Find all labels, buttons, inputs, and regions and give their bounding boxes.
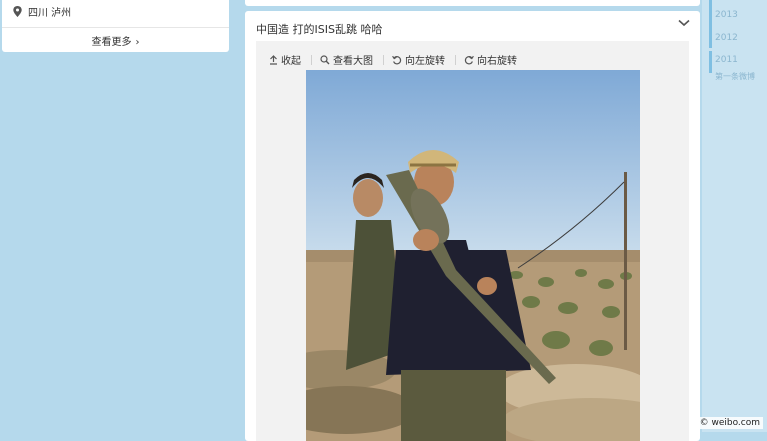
view-large-button[interactable]: 查看大图 bbox=[320, 52, 373, 67]
rotate-left-button[interactable]: 向左旋转 bbox=[392, 52, 445, 67]
location-text: 四川 泸州 bbox=[28, 8, 72, 19]
photo-illustration bbox=[306, 70, 640, 441]
magnifier-icon bbox=[320, 54, 330, 64]
post-card: 中国造 打的ISIS乱跳 哈哈 收起 查看大图 向左旋转 向右旋转 bbox=[245, 11, 700, 441]
location-row[interactable]: 四川 泸州 bbox=[13, 4, 71, 19]
rotate-right-icon bbox=[464, 55, 474, 64]
timeline-marker bbox=[709, 0, 712, 26]
location-pin-icon bbox=[13, 6, 22, 17]
view-large-label: 查看大图 bbox=[333, 56, 373, 67]
post-photo[interactable] bbox=[306, 70, 640, 441]
rotate-left-icon bbox=[392, 55, 402, 64]
rotate-left-label: 向左旋转 bbox=[405, 56, 445, 67]
toolbar-separator bbox=[311, 54, 312, 65]
see-more-button[interactable]: 查看更多 › bbox=[2, 33, 229, 48]
timeline-marker bbox=[709, 26, 712, 48]
see-more-label: 查看更多 bbox=[91, 37, 132, 48]
previous-post-edge bbox=[245, 0, 700, 6]
chevron-right-icon: › bbox=[135, 37, 140, 48]
timeline-first-post-link[interactable]: 第一条微博 bbox=[715, 71, 755, 82]
media-expanded-box: 收起 查看大图 向左旋转 向右旋转 bbox=[256, 41, 689, 441]
divider bbox=[2, 27, 229, 28]
timeline-marker bbox=[709, 51, 712, 73]
rotate-right-label: 向右旋转 bbox=[477, 56, 517, 67]
timeline-year-2012[interactable]: 2012 bbox=[715, 33, 738, 43]
timeline-sidebar: 2013 2012 2011 第一条微博 bbox=[702, 0, 767, 432]
toolbar-separator bbox=[455, 54, 456, 65]
rotate-right-button[interactable]: 向右旋转 bbox=[464, 52, 517, 67]
post-text: 中国造 打的ISIS乱跳 哈哈 bbox=[256, 23, 383, 36]
collapse-button[interactable]: 收起 bbox=[269, 52, 301, 67]
watermark: © weibo.com bbox=[696, 417, 763, 429]
media-toolbar: 收起 查看大图 向左旋转 向右旋转 bbox=[269, 52, 527, 67]
collapse-label: 收起 bbox=[281, 56, 301, 67]
timeline-year-2011[interactable]: 2011 bbox=[715, 55, 738, 65]
toolbar-separator bbox=[383, 54, 384, 65]
location-card: 四川 泸州 查看更多 › bbox=[2, 0, 229, 52]
collapse-up-icon bbox=[270, 54, 277, 65]
chevron-down-icon[interactable] bbox=[678, 18, 690, 28]
timeline-year-2013[interactable]: 2013 bbox=[715, 10, 738, 20]
